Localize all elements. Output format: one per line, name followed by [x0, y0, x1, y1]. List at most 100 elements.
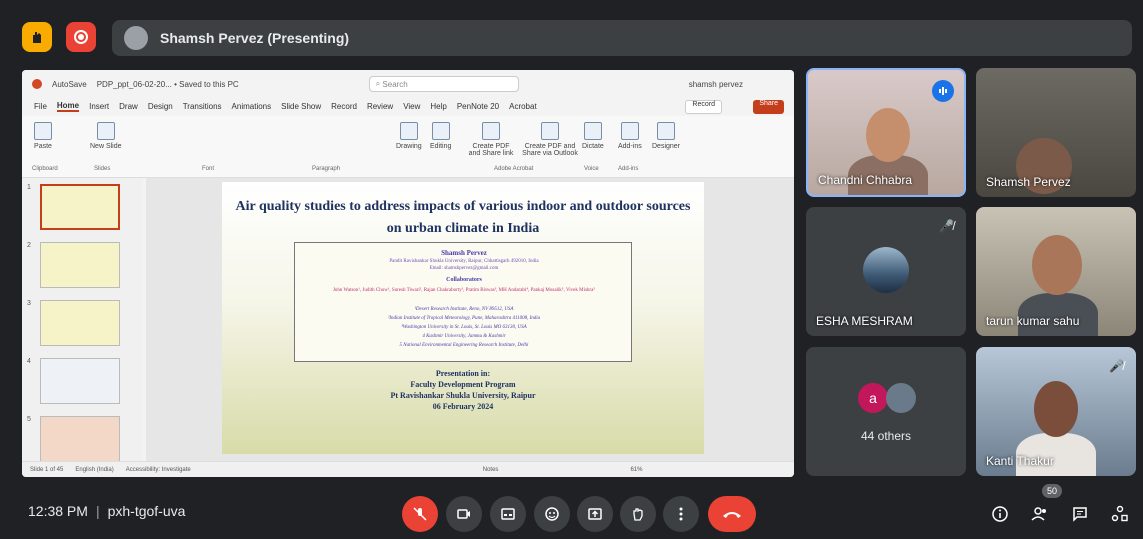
camera-toggle-button[interactable] — [446, 496, 482, 532]
people-button[interactable] — [1026, 500, 1054, 528]
leave-call-button[interactable] — [708, 496, 756, 532]
emoji-button[interactable] — [534, 496, 570, 532]
slide-thumbnails: 1 2 3 4 5 — [22, 178, 142, 462]
participant-face — [1034, 381, 1078, 437]
thumb-number: 1 — [27, 184, 31, 191]
designer-button[interactable]: Designer — [652, 122, 680, 150]
dictate-button[interactable]: Dictate — [582, 122, 604, 150]
presenter-affiliation: Pandit Ravishankar Shukla University, Ra… — [389, 259, 539, 264]
meeting-details-button[interactable] — [986, 500, 1014, 528]
program-name: Faculty Development Program — [410, 380, 516, 389]
tab-home[interactable]: Home — [56, 101, 80, 112]
more-options-button[interactable] — [663, 496, 699, 532]
notes-button[interactable]: Notes — [483, 467, 499, 473]
slide-thumbnail[interactable] — [40, 358, 120, 404]
group-font: Font — [202, 166, 215, 172]
file-name: PDP_ppt_06-02-20... • Saved to this PC — [96, 79, 239, 89]
drawing-icon — [399, 122, 418, 140]
others-count: 44 others — [860, 429, 912, 443]
chat-button[interactable] — [1066, 500, 1094, 528]
create-pdf-button[interactable]: Create PDF and Share link — [466, 122, 516, 157]
participant-tile[interactable]: Chandni Chhabra — [806, 68, 966, 197]
separator: | — [95, 503, 100, 519]
tab-transitions[interactable]: Transitions — [183, 102, 222, 111]
tab-acrobat[interactable]: Acrobat — [509, 102, 537, 111]
presenting-label: Shamsh Pervez (Presenting) — [160, 30, 350, 46]
presentation-info: Presentation in: Faculty Development Pro… — [222, 368, 704, 412]
pdf-icon — [482, 122, 500, 140]
participant-face — [1032, 235, 1082, 295]
accessibility-label[interactable]: Accessibility: Investigate — [126, 467, 191, 473]
university-name: Pt Ravishankar Shukla University, Raipur — [390, 391, 536, 400]
people-icon — [1031, 507, 1046, 521]
mic-toggle-button[interactable] — [402, 496, 438, 532]
audio-level-icon — [939, 87, 947, 95]
slide-counter: Slide 1 of 45 — [30, 466, 64, 473]
zoom-level[interactable]: 61% — [630, 467, 642, 473]
slide-thumbnail[interactable] — [40, 184, 120, 230]
raise-hand-indicator[interactable] — [22, 22, 52, 52]
editing-button[interactable]: Editing — [430, 122, 451, 150]
tab-record[interactable]: Record — [331, 102, 357, 111]
others-tile[interactable]: a 44 others — [806, 347, 966, 476]
camera-icon — [457, 509, 470, 519]
new-slide-button[interactable]: New Slide — [90, 122, 122, 150]
group-paragraph: Paragraph — [312, 166, 341, 172]
participant-tile[interactable]: 🎤̸ Kanti Thakur — [976, 347, 1136, 476]
affiliation-line: 4 Kashmir University, Jammu & Kashmir — [422, 334, 506, 339]
participant-name: ESHA MESHRAM — [816, 314, 913, 328]
ppt-record-button[interactable]: Record — [685, 100, 722, 114]
participant-tile[interactable]: tarun kumar sahu — [976, 207, 1136, 336]
speaking-indicator — [932, 80, 954, 102]
presenter-name: Shamsh Pervez — [441, 249, 487, 257]
tab-file[interactable]: File — [34, 102, 47, 111]
addins-button[interactable]: Add-ins — [618, 122, 642, 150]
top-bar: Shamsh Pervez (Presenting) — [0, 0, 1143, 70]
tab-review[interactable]: Review — [367, 102, 393, 111]
powerpoint-logo-icon — [32, 79, 42, 89]
chat-icon — [1073, 507, 1087, 522]
autosave-label[interactable]: AutoSave — [52, 80, 87, 89]
participant-tile[interactable]: Shamsh Pervez — [976, 68, 1136, 197]
raise-hand-button[interactable] — [620, 496, 656, 532]
presentation-in: Presentation in: — [435, 369, 491, 378]
tab-animations[interactable]: Animations — [232, 102, 272, 111]
tab-draw[interactable]: Draw — [119, 102, 138, 111]
participant-name: Shamsh Pervez — [986, 175, 1071, 189]
drawing-button[interactable]: Drawing — [396, 122, 422, 150]
slide-canvas: Air quality studies to address impacts o… — [146, 178, 794, 461]
current-slide: Air quality studies to address impacts o… — [222, 182, 704, 454]
slide-thumbnail[interactable] — [40, 416, 120, 462]
thumb-number: 3 — [27, 300, 31, 307]
activities-icon — [1111, 505, 1128, 522]
slide-thumbnail[interactable] — [40, 300, 120, 346]
ppt-share-button[interactable]: Share — [753, 100, 784, 114]
participant-tile[interactable]: 🎤̸ ESHA MESHRAM — [806, 207, 966, 336]
slide-thumbnail[interactable] — [40, 242, 120, 288]
activities-button[interactable] — [1106, 500, 1134, 528]
language-label[interactable]: English (India) — [75, 467, 113, 473]
tab-view[interactable]: View — [403, 102, 420, 111]
tab-help[interactable]: Help — [430, 102, 446, 111]
affiliation-line: ³Washington University in St. Louis, St.… — [401, 325, 527, 330]
tab-insert[interactable]: Insert — [89, 102, 109, 111]
avatar-photo — [886, 383, 916, 413]
thumb-number: 5 — [27, 416, 31, 423]
presenter-email: Email: shamshpervez@gmail.com — [429, 266, 499, 271]
recording-indicator[interactable] — [66, 22, 96, 52]
ppt-ribbon-tabs: File Home Insert Draw Design Transitions… — [22, 98, 794, 114]
emoji-icon — [545, 507, 559, 521]
paste-button[interactable]: Paste — [34, 122, 52, 150]
collaborators-list: John Watson¹, Judith Chow¹, Suresh Tiwar… — [332, 288, 596, 293]
tab-slideshow[interactable]: Slide Show — [281, 102, 321, 111]
tab-pennote[interactable]: PenNote 20 — [457, 102, 499, 111]
people-count-badge: 50 — [1042, 484, 1063, 498]
record-icon — [74, 30, 88, 44]
present-icon — [588, 508, 602, 520]
tab-design[interactable]: Design — [148, 102, 173, 111]
present-button[interactable] — [577, 496, 613, 532]
ppt-search-input[interactable]: ⌕ Search — [368, 76, 519, 92]
ppt-ribbon: Paste New Slide Drawing Editing Create P… — [22, 116, 794, 178]
captions-button[interactable] — [490, 496, 526, 532]
create-pdf-outlook-button[interactable]: Create PDF and Share via Outlook — [522, 122, 578, 157]
